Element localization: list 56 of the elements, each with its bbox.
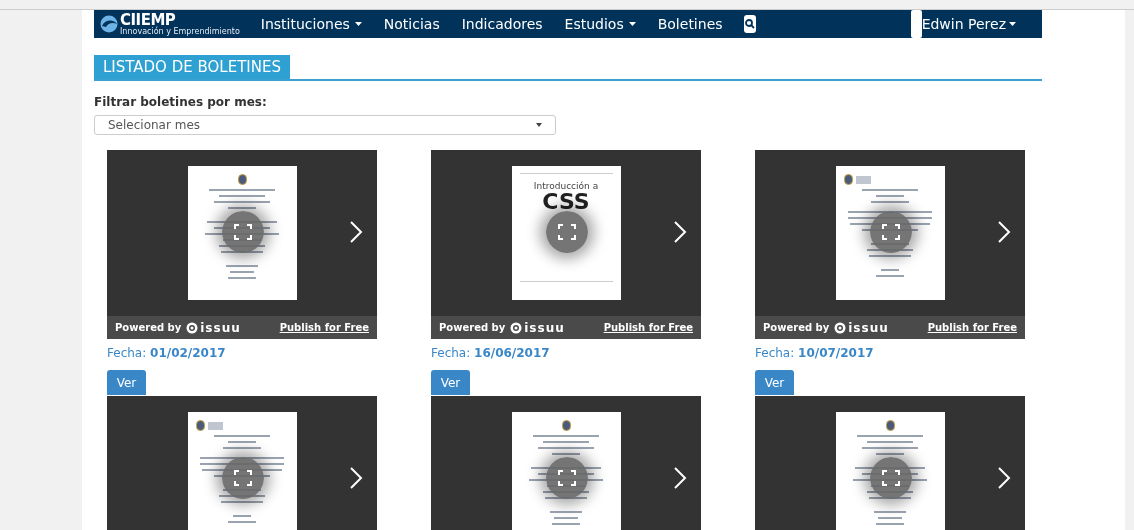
chevron-right-icon <box>673 220 687 244</box>
publish-link[interactable]: Publish for Free <box>603 320 693 335</box>
publish-link[interactable]: Publish for Free <box>279 320 369 335</box>
expand-icon <box>558 224 576 240</box>
search-button[interactable] <box>743 15 756 33</box>
next-page-button[interactable] <box>673 466 687 490</box>
powered-by-text: Powered by <box>115 321 182 335</box>
powered-by-text: Powered by <box>439 321 506 335</box>
chevron-right-icon <box>997 466 1011 490</box>
cover-title: Introducción a <box>533 182 599 191</box>
date-text: Fecha: 01/02/2017 <box>107 345 227 362</box>
expand-icon <box>882 224 900 240</box>
issuu-wordmark: issuu <box>524 319 565 337</box>
chevron-right-icon <box>349 466 363 490</box>
caret-icon <box>354 22 362 26</box>
nav-link[interactable]: Estudios <box>553 13 647 35</box>
nav-link[interactable]: Noticias <box>372 13 451 35</box>
next-page-button[interactable] <box>997 466 1011 490</box>
issuu-wordmark: issuu <box>200 319 241 337</box>
date-text: Fecha: 10/07/2017 <box>755 345 875 362</box>
brand-tagline: Innovación y Emprendimiento <box>120 27 240 36</box>
month-select[interactable]: Selecionar mes <box>94 115 556 135</box>
next-page-button[interactable] <box>349 220 363 244</box>
date-text: Fecha: 16/06/2017 <box>431 345 551 362</box>
nav-link[interactable]: Instituciones <box>249 13 373 35</box>
powered-by-text: Powered by <box>763 321 830 335</box>
caret-icon <box>628 22 636 26</box>
expand-icon <box>882 470 900 486</box>
search-input[interactable] <box>910 10 922 38</box>
view-button[interactable]: Ver <box>755 370 794 395</box>
view-button[interactable]: Ver <box>431 370 470 395</box>
nav-link[interactable]: Indicadores <box>450 13 554 35</box>
chevron-right-icon <box>673 466 687 490</box>
publish-link[interactable]: Publish for Free <box>927 320 1017 335</box>
caret-icon <box>1009 22 1016 26</box>
next-page-button[interactable] <box>997 220 1011 244</box>
issuu-logo-icon <box>834 321 847 334</box>
chevron-right-icon <box>997 220 1011 244</box>
issuu-wordmark: issuu <box>848 319 889 337</box>
nav-link[interactable]: Boletines <box>646 13 734 35</box>
caret-icon <box>536 123 542 127</box>
view-button[interactable]: Ver <box>107 370 146 395</box>
cover-subtitle: CSS <box>542 191 590 213</box>
expand-icon <box>234 224 252 240</box>
section-title: LISTADO DE BOLETINES <box>94 55 290 79</box>
expand-icon <box>234 470 252 486</box>
swirl-icon <box>98 15 120 33</box>
issuu-logo-icon <box>186 321 199 334</box>
next-page-button[interactable] <box>349 466 363 490</box>
chevron-right-icon <box>349 220 363 244</box>
issuu-logo-icon <box>510 321 523 334</box>
search-icon <box>744 19 755 29</box>
expand-icon <box>558 470 576 486</box>
user-menu[interactable]: Edwin Perez <box>921 13 1016 35</box>
next-page-button[interactable] <box>673 220 687 244</box>
filter-label: Filtrar boletines por mes: <box>94 94 268 111</box>
